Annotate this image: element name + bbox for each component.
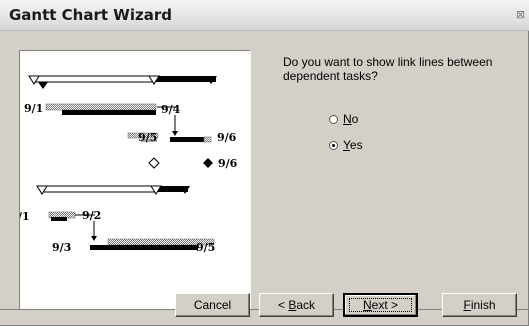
- task-bar-1: [45, 103, 157, 115]
- finish-button[interactable]: Finish: [442, 293, 517, 317]
- preview-label: 9/6: [218, 157, 238, 170]
- preview-label: 9/3: [52, 241, 71, 254]
- link-lines-question: Do you want to show link lines between d…: [283, 55, 493, 83]
- window-title: Gantt Chart Wizard: [9, 6, 172, 24]
- radio-button-icon[interactable]: [329, 114, 338, 124]
- link-lines-preview: 9/1 9/4 9/5 9/6 9/6 1 9/2 9/3 9/5: [19, 50, 251, 310]
- radio-button-selected-icon[interactable]: [329, 140, 338, 150]
- close-icon[interactable]: ⊠: [514, 7, 527, 22]
- milestone-filled: [203, 158, 213, 168]
- milestone-outline: [148, 157, 160, 169]
- preview-label: 9/4: [161, 103, 181, 116]
- cancel-button[interactable]: Cancel: [175, 293, 250, 317]
- preview-label: 9/5: [196, 241, 215, 254]
- gantt-chart-wizard-dialog: Gantt Chart Wizard ⊠ 9/1 9/4 9/5 9/6 9/6…: [0, 0, 529, 326]
- next-button[interactable]: Next >: [343, 293, 418, 317]
- preview-label: /1: [20, 210, 30, 223]
- back-button[interactable]: < Back: [259, 293, 334, 317]
- preview-label: 9/5: [138, 131, 157, 144]
- radio-label-no: No: [343, 112, 359, 126]
- radio-label-yes: Yes: [343, 138, 363, 152]
- radio-option-no[interactable]: No: [329, 111, 358, 127]
- preview-label: 9/2: [82, 209, 101, 222]
- summary-bar-2: [36, 185, 190, 195]
- summary-bar-1: [28, 75, 217, 89]
- task-bar-3: [48, 211, 76, 221]
- radio-option-yes[interactable]: Yes: [329, 137, 363, 153]
- preview-label: 9/1: [24, 102, 43, 115]
- gantt-preview-graphic: 9/1 9/4 9/5 9/6 9/6 1 9/2 9/3 9/5: [20, 75, 238, 254]
- title-bar[interactable]: Gantt Chart Wizard ⊠: [0, 0, 529, 31]
- preview-label: 9/6: [217, 131, 237, 144]
